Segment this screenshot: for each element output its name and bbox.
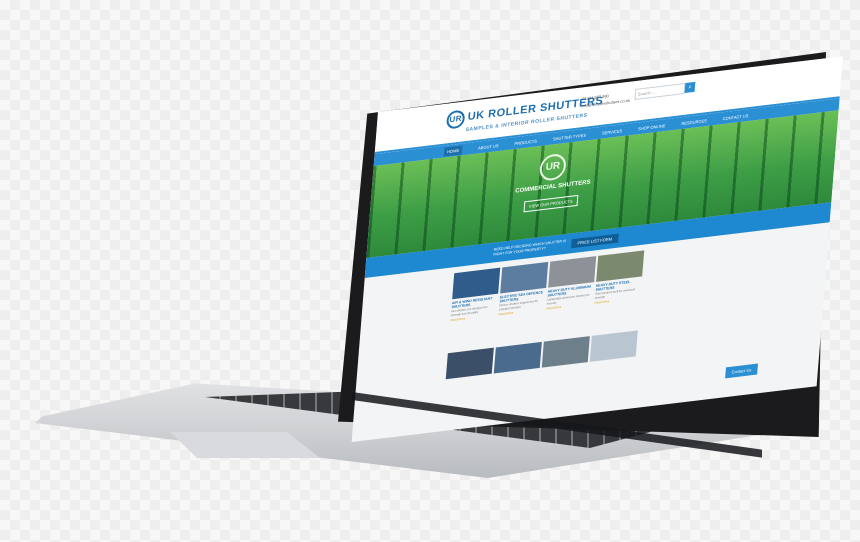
product-card[interactable]: AIR & WIND RESISTANT SHUTTERS Our shutter… [450,267,501,322]
product-thumbnail[interactable] [541,336,590,368]
product-thumbnail[interactable] [452,267,501,300]
product-thumbnail[interactable] [500,261,549,294]
product-thumbnail[interactable] [493,341,542,374]
site-logo[interactable]: UR UK ROLLER SHUTTERS SAMPLES & INTERIOR … [445,93,604,136]
promo-text: NEED HELP DECIDING WHICH SHUTTER IS RIGH… [493,238,567,257]
nav-item[interactable]: SHOP ONLINE [638,123,666,131]
product-card[interactable] [589,330,638,364]
contact-us-tab[interactable]: Contact Us [725,363,758,379]
promo-button[interactable]: PRICE LIST FORM [571,233,619,249]
product-card[interactable] [493,341,542,376]
nav-item[interactable]: CONTACT US [723,113,749,121]
nav-item[interactable]: PRODUCTS [514,138,537,146]
product-card[interactable]: ELECTRIC SEA DEFENCE SHUTTERS Electric sh… [498,261,549,317]
product-thumbnail[interactable] [548,256,597,288]
laptop: UR UK ROLLER SHUTTERS SAMPLES & INTERIOR … [0,0,860,542]
laptop-screen: UR UK ROLLER SHUTTERS SAMPLES & INTERIOR … [351,56,843,442]
nav-item[interactable]: SHUTTER TYPES [553,132,586,141]
hero-title: COMMERCIAL SHUTTERS [515,179,591,195]
product-card[interactable]: HEAVY DUTY STEEL SHUTTERS Steel shutters … [594,250,645,305]
product-card[interactable] [445,347,494,382]
nav-item[interactable]: SERVICES [602,128,623,135]
search-icon[interactable]: ⌕ [684,81,696,94]
hero-button[interactable]: VIEW OUR PRODUCTS [523,194,579,213]
nav-item[interactable]: RESOURCES [681,118,707,126]
product-card[interactable]: HEAVY DUTY ALUMINIUM SHUTTERS Lightweight… [546,256,597,311]
search-input[interactable]: Search ... [634,83,686,101]
header-contact: 01234 567 890 info@ukrollershutters.co.u… [581,90,631,110]
product-thumbnail[interactable] [445,347,494,380]
nav-item[interactable]: ABOUT US [478,143,499,150]
hero-logo-mark: UR [538,152,567,182]
product-card[interactable] [541,336,590,370]
product-thumbnail[interactable] [589,330,638,362]
product-thumbnail[interactable] [596,250,645,282]
logo-mark: UR [445,109,466,130]
nav-item[interactable]: HOME [443,144,463,157]
